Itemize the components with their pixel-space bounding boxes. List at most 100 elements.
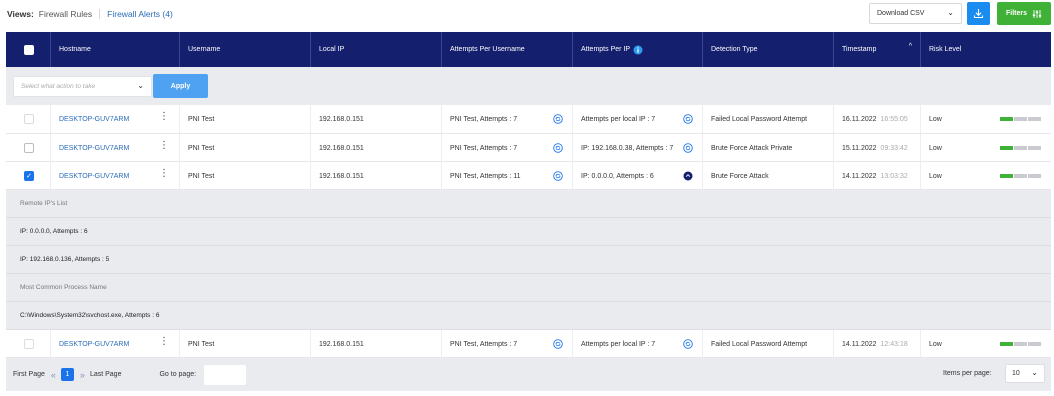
info-icon[interactable]	[633, 45, 643, 55]
attempts-ip-value: IP: 0.0.0.0, Attempts : 6	[581, 172, 654, 180]
risk-level-bar	[1000, 174, 1041, 178]
risk-level-label: Low	[929, 144, 942, 152]
double-chevron-left-icon[interactable]: «	[51, 370, 56, 380]
hostname-link[interactable]: DESKTOP-GUV7ARM	[59, 341, 129, 348]
hostname-link[interactable]: DESKTOP-GUV7ARM	[59, 116, 129, 123]
filters-button[interactable]: Filters	[997, 2, 1051, 25]
timestamp-time: 16:55:05	[880, 115, 908, 123]
timestamp-time: 12:43:18	[880, 340, 908, 348]
refresh-icon[interactable]	[553, 339, 563, 349]
risk-level-cell: Low	[921, 330, 1051, 358]
column-header-risk-level[interactable]: Risk Level	[921, 32, 1051, 67]
attempts-ip-value: Attempts per local IP : 7	[581, 340, 656, 348]
more-vertical-icon[interactable]: ⋮	[159, 112, 169, 122]
download-icon	[973, 9, 984, 19]
tab-firewall-rules[interactable]: Firewall Rules	[39, 9, 101, 19]
column-header-hostname[interactable]: Hostname	[51, 32, 180, 67]
detection-type-cell: Failed Local Password Attempt	[703, 330, 834, 358]
remote-ip-list-header: Remote IP's List	[6, 190, 1051, 218]
risk-level-bar	[1000, 117, 1041, 121]
risk-level-cell: Low	[921, 162, 1051, 190]
attempts-username-value: PNI Test, Attempts : 11	[450, 172, 521, 180]
download-button[interactable]	[967, 2, 990, 25]
column-header-username[interactable]: Username	[180, 32, 311, 67]
more-vertical-icon[interactable]: ⋮	[159, 169, 169, 179]
attempts-username-value: PNI Test, Attempts : 7	[450, 115, 518, 123]
column-header-attempts-per-username[interactable]: Attempts Per Username	[442, 32, 573, 67]
attempts-username-value: PNI Test, Attempts : 7	[450, 340, 518, 348]
table-row[interactable]: DESKTOP-GUV7ARM ⋮ PNI Test 192.168.0.151…	[6, 330, 1051, 358]
more-vertical-icon[interactable]: ⋮	[159, 337, 169, 347]
hostname-link[interactable]: DESKTOP-GUV7ARM	[59, 173, 129, 180]
risk-level-label: Low	[929, 115, 942, 123]
column-header-detection-type[interactable]: Detection Type	[703, 32, 834, 67]
refresh-icon[interactable]	[553, 114, 563, 124]
expanded-row-details: Remote IP's List IP: 0.0.0.0, Attempts :…	[6, 190, 1051, 330]
page-number-current[interactable]: 1	[60, 368, 74, 381]
detection-type-cell: Failed Local Password Attempt	[703, 105, 834, 133]
column-header-attempts-per-ip-label: Attempts Per IP	[581, 46, 631, 53]
local-ip-cell: 192.168.0.151	[311, 330, 442, 358]
attempts-username-value: PNI Test, Attempts : 7	[450, 144, 518, 152]
alerts-table: Hostname Username Local IP Attempts Per …	[6, 32, 1051, 358]
refresh-icon[interactable]	[683, 339, 693, 349]
bulk-action-select[interactable]: Select what action to take ⌄	[13, 75, 152, 97]
items-per-page-select[interactable]: 10 ⌄	[1005, 364, 1045, 383]
more-vertical-icon[interactable]: ⋮	[159, 141, 169, 151]
detection-type-cell: Brute Force Attack Private	[703, 134, 834, 162]
select-all-checkbox[interactable]	[24, 44, 34, 55]
timestamp-date: 15.11.2022	[842, 144, 877, 152]
row-checkbox[interactable]	[24, 114, 34, 124]
column-header-local-ip[interactable]: Local IP	[311, 32, 442, 67]
row-checkbox[interactable]	[24, 143, 34, 153]
tab-firewall-alerts[interactable]: Firewall Alerts (4)	[107, 9, 173, 19]
hostname-cell: DESKTOP-GUV7ARM ⋮	[51, 105, 180, 133]
timestamp-cell: 16.11.2022 16:55:05	[834, 105, 921, 133]
risk-level-cell: Low	[921, 105, 1051, 133]
apply-button[interactable]: Apply	[153, 74, 208, 98]
table-row[interactable]: DESKTOP-GUV7ARM ⋮ PNI Test 192.168.0.151…	[6, 134, 1051, 162]
timestamp-time: 13:03:32	[880, 172, 908, 180]
go-to-page-label: Go to page:	[159, 371, 197, 378]
risk-level-label: Low	[929, 340, 942, 348]
refresh-icon[interactable]	[683, 143, 693, 153]
attempts-username-cell: PNI Test, Attempts : 11	[442, 162, 573, 190]
row-checkbox[interactable]	[24, 339, 34, 349]
table-row[interactable]: ✓ DESKTOP-GUV7ARM ⋮ PNI Test 192.168.0.1…	[6, 162, 1051, 190]
attempts-username-cell: PNI Test, Attempts : 7	[442, 134, 573, 162]
double-chevron-right-icon[interactable]: »	[80, 370, 85, 380]
attempts-ip-value: IP: 192.168.0.38, Attempts : 7	[581, 144, 674, 152]
go-to-page-input[interactable]	[204, 364, 247, 385]
download-format-value: Download CSV	[877, 10, 925, 17]
top-bar: Views: Firewall Rules Firewall Alerts (4…	[0, 0, 1054, 30]
timestamp-cell: 14.11.2022 13:03:32	[834, 162, 921, 190]
username-cell: PNI Test	[180, 134, 311, 162]
column-header-timestamp[interactable]: Timestamp ^	[834, 32, 921, 67]
attempts-ip-value: Attempts per local IP : 7	[581, 115, 656, 123]
username-cell: PNI Test	[180, 330, 311, 358]
table-header: Hostname Username Local IP Attempts Per …	[6, 32, 1051, 67]
items-per-page-value: 10	[1012, 370, 1020, 377]
refresh-icon[interactable]	[553, 171, 563, 181]
pagination-bar: First Page « 1 » Last Page Go to page: I…	[6, 358, 1051, 391]
refresh-icon[interactable]	[553, 143, 563, 153]
collapse-icon[interactable]	[683, 171, 693, 181]
download-format-select[interactable]: Download CSV ⌄	[869, 3, 962, 24]
bulk-action-placeholder: Select what action to take	[21, 82, 96, 90]
timestamp-date: 16.11.2022	[842, 115, 877, 123]
attempts-username-cell: PNI Test, Attempts : 7	[442, 105, 573, 133]
column-header-attempts-per-ip[interactable]: Attempts Per IP	[573, 32, 703, 67]
timestamp-time: 09:33:42	[880, 144, 908, 152]
attempts-ip-cell: Attempts per local IP : 7	[573, 105, 703, 133]
views-switcher: Views: Firewall Rules Firewall Alerts (4…	[7, 9, 173, 19]
row-select-cell	[6, 330, 51, 358]
hostname-link[interactable]: DESKTOP-GUV7ARM	[59, 145, 129, 152]
row-checkbox[interactable]: ✓	[24, 171, 34, 181]
hostname-cell: DESKTOP-GUV7ARM ⋮	[51, 330, 180, 358]
refresh-icon[interactable]	[683, 114, 693, 124]
first-page-link[interactable]: First Page	[13, 371, 45, 378]
header-select-cell	[6, 32, 51, 67]
hostname-cell: DESKTOP-GUV7ARM ⋮	[51, 134, 180, 162]
last-page-link[interactable]: Last Page	[90, 371, 122, 378]
table-row[interactable]: DESKTOP-GUV7ARM ⋮ PNI Test 192.168.0.151…	[6, 105, 1051, 134]
